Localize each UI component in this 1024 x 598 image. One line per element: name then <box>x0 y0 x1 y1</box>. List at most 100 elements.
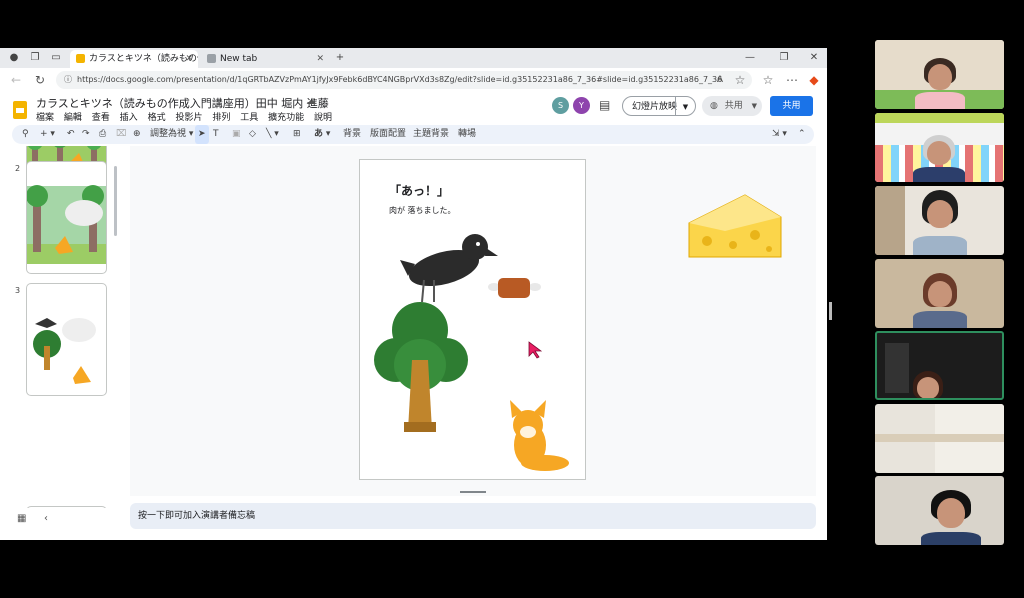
new-slide-icon[interactable]: + ▾ <box>40 125 55 144</box>
panel-divider[interactable] <box>829 302 832 320</box>
undo-icon[interactable]: ↶ <box>67 125 75 144</box>
menu-help[interactable]: 說明 <box>314 113 332 123</box>
video-tile-6[interactable] <box>875 404 1004 473</box>
chevron-down-icon[interactable]: ▼ <box>675 97 695 115</box>
zoom-select[interactable]: 調整為視 ▾ <box>150 125 193 144</box>
redo-icon[interactable]: ↷ <box>82 125 90 144</box>
menu-format[interactable]: 格式 <box>148 113 166 123</box>
video-tile-7[interactable] <box>875 476 1004 545</box>
tab-new-tab[interactable]: New tab ✕ <box>201 50 329 68</box>
collaborator-avatar[interactable]: S <box>552 97 569 114</box>
menu-insert[interactable]: 插入 <box>120 113 138 123</box>
workspaces-icon[interactable]: ❐ <box>27 50 43 66</box>
background-button[interactable]: 背景 <box>343 125 361 144</box>
url-text: https://docs.google.com/presentation/d/1… <box>77 75 723 84</box>
tab-strip: ● ❐ ▭ カラスとキツネ（読みもの作成入門講座 ✕ New tab ✕ + —… <box>0 48 827 68</box>
line-icon[interactable]: ╲ ▾ <box>266 125 279 144</box>
cloud-status-icon[interactable]: ☁ <box>306 96 316 107</box>
menu-arrange[interactable]: 排列 <box>212 113 230 123</box>
chevron-down-icon: ▼ <box>751 102 758 110</box>
slide-illustration <box>374 234 569 471</box>
crow-image[interactable] <box>400 234 498 303</box>
collapse-toolbar-icon[interactable]: ⌃ <box>798 125 806 144</box>
transition-button[interactable]: 轉場 <box>458 125 476 144</box>
video-tile-3[interactable] <box>875 186 1004 255</box>
comments-icon[interactable]: ▤ <box>599 98 610 112</box>
current-slide[interactable]: 「あっ！」 肉が 落ちました。 <box>359 159 586 480</box>
speaker-notes[interactable]: 按一下即可加入演講者備忘稿 <box>130 503 816 529</box>
print-icon[interactable]: ⎙ <box>99 125 106 144</box>
tab-title: New tab <box>220 54 258 64</box>
shape-icon[interactable]: ◇ <box>249 125 256 144</box>
tab-slides[interactable]: カラスとキツネ（読みもの作成入門講座 ✕ <box>70 50 198 68</box>
more-icon[interactable]: ⋯ <box>784 72 800 88</box>
input-tools[interactable]: あ ▾ <box>314 125 330 144</box>
select-tool-icon[interactable]: ➤ <box>195 125 209 144</box>
document-title[interactable]: カラスとキツネ（読みもの作成入門講座用）田中 堀内 進藤 <box>36 95 329 111</box>
share-button[interactable]: 共用 <box>770 96 813 116</box>
zoom-label: 調整為視 <box>150 129 187 139</box>
slide-thumbnail-4[interactable] <box>26 506 107 508</box>
slideshow-button[interactable]: 幻燈片放映 ▼ <box>622 96 696 116</box>
text-box-icon[interactable]: T <box>213 125 219 144</box>
tree-image[interactable] <box>374 302 468 432</box>
minimize-icon[interactable]: — <box>742 50 758 66</box>
address-bar[interactable]: ⓘ https://docs.google.com/presentation/d/… <box>56 71 752 89</box>
slide-thumbnail-2[interactable] <box>26 161 107 274</box>
resize-handle[interactable] <box>460 491 486 493</box>
share-visibility-button[interactable]: ◍ 共用 ▼ <box>702 96 762 116</box>
globe-icon: ◍ <box>710 101 718 111</box>
menu-edit[interactable]: 編輯 <box>64 113 82 123</box>
input-tool-label: あ <box>314 129 324 139</box>
reload-icon[interactable]: ↻ <box>32 72 48 88</box>
video-tile-4[interactable] <box>875 259 1004 328</box>
restore-icon[interactable]: ❐ <box>776 50 792 66</box>
grid-view-icon[interactable]: ▦ <box>17 513 26 524</box>
read-aloud-icon[interactable]: A <box>712 72 728 88</box>
close-tab-icon[interactable]: ✕ <box>185 50 193 68</box>
copilot-icon[interactable]: ◆ <box>806 72 822 88</box>
layout-button[interactable]: 版面配置 <box>370 125 406 144</box>
zoom-icon[interactable]: ⊕ <box>133 125 141 144</box>
profile-icon[interactable]: ● <box>6 50 22 66</box>
search-menus-icon[interactable]: ⚲ <box>22 125 29 144</box>
filmstrip-scrollbar[interactable] <box>114 166 117 236</box>
slideshow-label: 幻燈片放映 <box>632 102 678 112</box>
menu-file[interactable]: 檔案 <box>36 113 54 123</box>
slides-logo-icon[interactable] <box>13 101 27 119</box>
image-icon[interactable]: ▣ <box>232 125 241 144</box>
video-tile-1[interactable] <box>875 40 1004 109</box>
menu-bar: 檔案 編輯 查看 插入 格式 投影片 排列 工具 擴充功能 說明 <box>36 110 339 123</box>
new-tab-button[interactable]: + <box>332 50 348 66</box>
pointer-mode-icon[interactable]: ⇲ ▾ <box>772 125 787 144</box>
meat-image[interactable] <box>488 278 541 298</box>
menu-tools[interactable]: 工具 <box>240 113 258 123</box>
tab-actions-icon[interactable]: ▭ <box>48 50 64 66</box>
slide-filmstrip: 2 3 4 <box>0 146 125 508</box>
menu-view[interactable]: 查看 <box>92 113 110 123</box>
crow-tree-thumbnail <box>33 318 96 384</box>
close-window-icon[interactable]: ✕ <box>806 50 822 66</box>
comment-add-icon[interactable]: ⊞ <box>293 125 301 144</box>
mouse-cursor-icon <box>528 341 542 359</box>
cheese-image[interactable] <box>685 187 785 267</box>
share-visibility-label: 共用 <box>724 101 743 111</box>
new-tab-favicon-icon <box>207 54 216 63</box>
fox-image[interactable] <box>510 400 569 471</box>
collapse-filmstrip-icon[interactable]: ‹ <box>44 513 48 524</box>
site-info-icon[interactable]: ⓘ <box>64 75 72 84</box>
favorites-icon[interactable]: ☆ <box>760 72 776 88</box>
paint-format-icon[interactable]: ⌧ <box>116 125 126 144</box>
menu-slide[interactable]: 投影片 <box>175 113 202 123</box>
collaborator-avatar[interactable]: Y <box>573 97 590 114</box>
close-tab-icon[interactable]: ✕ <box>316 50 324 68</box>
favorite-star-icon[interactable]: ☆ <box>732 72 748 88</box>
browser-window: ● ❐ ▭ カラスとキツネ（読みもの作成入門講座 ✕ New tab ✕ + —… <box>0 48 827 540</box>
slide-thumbnail-3[interactable] <box>26 283 107 396</box>
video-tile-5-active-speaker[interactable] <box>875 331 1004 400</box>
tab-title: カラスとキツネ（読みもの作成入門講座 <box>89 54 198 64</box>
menu-extensions[interactable]: 擴充功能 <box>268 113 304 123</box>
back-icon[interactable]: ← <box>8 72 24 88</box>
video-tile-2[interactable] <box>875 113 1004 182</box>
theme-button[interactable]: 主題背景 <box>413 125 449 144</box>
